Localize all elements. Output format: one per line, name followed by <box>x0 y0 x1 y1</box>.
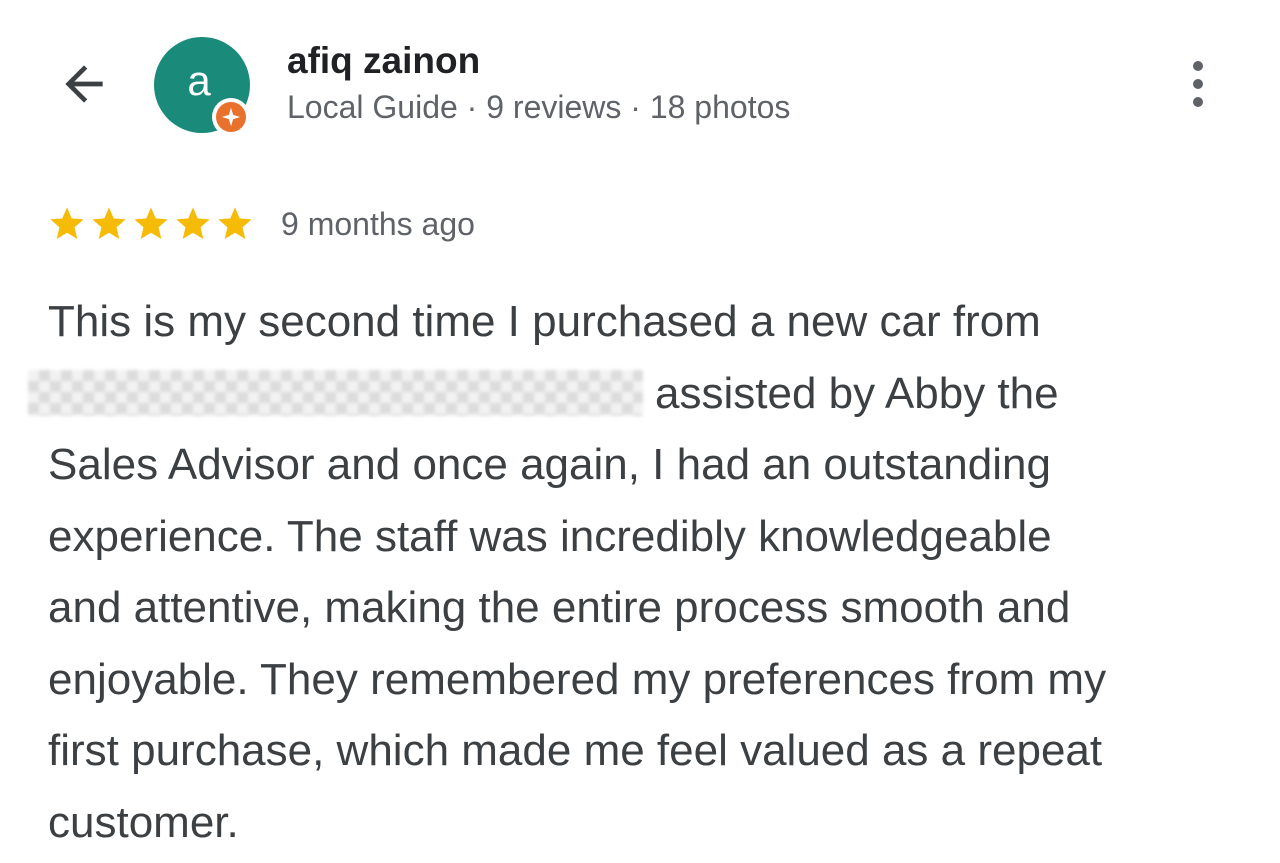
star-icon <box>92 207 126 239</box>
star-icon <box>218 207 252 239</box>
avatar-letter: a <box>187 57 211 104</box>
star-rating <box>47 204 257 244</box>
review-text: This is my second time I purchased a new… <box>28 286 1248 858</box>
redacted-text <box>28 369 643 416</box>
review-line: enjoyable. They remembered my preference… <box>48 654 1107 704</box>
more-vert-icon-dot <box>1193 61 1203 71</box>
rating-row: 9 months ago <box>47 202 475 246</box>
review-line: Sales Advisor and once again, I had an o… <box>48 440 1051 489</box>
more-vert-icon-dot <box>1193 97 1203 107</box>
review-date: 9 months ago <box>281 205 475 242</box>
review-line: assisted by Abby the <box>28 358 1248 430</box>
local-guide-badge-icon <box>212 98 250 136</box>
review-line: and attentive, making the entire process… <box>48 583 1071 632</box>
review-line: first purchase, which made me feel value… <box>48 726 1103 775</box>
review-line: customer. <box>48 797 239 847</box>
review-line: experience. The staff was incredibly kno… <box>48 511 1052 561</box>
star-icon <box>176 207 210 239</box>
reviewer-header: a afiq zainon Local Guide · 9 reviews · … <box>0 0 1280 170</box>
back-button[interactable] <box>52 52 116 116</box>
sparkle-icon <box>221 107 241 127</box>
review-line-text: assisted by Abby the <box>655 368 1059 418</box>
user-name[interactable]: afiq zainon <box>287 40 480 82</box>
star-icon <box>134 207 168 239</box>
more-vert-icon-dot <box>1193 79 1203 89</box>
star-icon <box>50 207 84 239</box>
more-options-button[interactable] <box>1166 52 1230 116</box>
review-line: This is my second time I purchased a new… <box>48 297 1041 346</box>
arrow-back-icon <box>65 65 103 103</box>
user-meta: Local Guide · 9 reviews · 18 photos <box>287 89 791 125</box>
